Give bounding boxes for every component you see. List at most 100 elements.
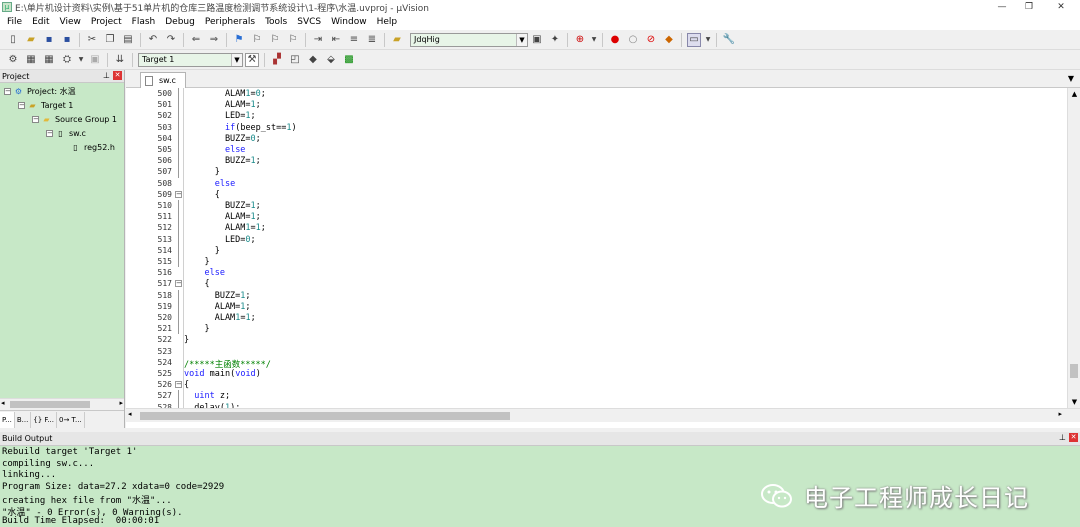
menu-file[interactable]: File (2, 14, 27, 30)
scroll-left-icon[interactable]: ◂ (128, 410, 132, 418)
pin-icon[interactable]: ⊥ (1059, 433, 1066, 442)
restore-button[interactable]: ❐ (1014, 0, 1044, 14)
clear-breakpoints-icon[interactable]: ⊘ (644, 33, 658, 47)
tree-item-project[interactable]: − ⚙ Project: 水温 (4, 85, 76, 98)
menu-edit[interactable]: Edit (27, 14, 54, 30)
debug-session-icon[interactable]: ⊕ (573, 33, 587, 47)
navigate-forward-icon[interactable]: ⇒ (207, 33, 221, 47)
menu-help[interactable]: Help (372, 14, 403, 30)
editor-vertical-scrollbar[interactable]: ▲ ▼ (1067, 88, 1080, 408)
pin-icon[interactable]: ⊥ (103, 71, 110, 80)
close-icon[interactable]: ✕ (113, 71, 122, 80)
fold-toggle-icon[interactable]: − (175, 190, 182, 198)
find-icon[interactable]: ▣ (530, 33, 544, 47)
scroll-down-icon[interactable]: ▼ (1068, 396, 1080, 408)
menu-peripherals[interactable]: Peripherals (200, 14, 260, 30)
menu-debug[interactable]: Debug (160, 14, 200, 30)
file-extensions-icon[interactable]: ◰ (288, 53, 302, 67)
incremental-find-icon[interactable]: ✦ (548, 33, 562, 47)
code-token: ; (260, 223, 266, 234)
target-combo[interactable]: Target 1 ▼ (138, 52, 243, 67)
menu-flash[interactable]: Flash (127, 14, 161, 30)
toolbar-divider (79, 32, 80, 47)
build-icon[interactable]: ▦ (24, 53, 38, 67)
tab-books[interactable]: B... (15, 411, 32, 428)
tree-item-sw-c[interactable]: − ▯ sw.c (46, 127, 86, 140)
pack-installer-icon[interactable]: ⬙ (324, 53, 338, 67)
menu-window[interactable]: Window (326, 14, 372, 30)
undo-icon[interactable]: ↶ (146, 33, 160, 47)
kill-breakpoints-icon[interactable]: ◆ (662, 33, 676, 47)
rebuild-icon[interactable]: ▦ (42, 53, 56, 67)
line-number: 513 (157, 234, 172, 244)
tree-item-reg52-h[interactable]: ▯ reg52.h (70, 141, 115, 154)
tab-sw-c[interactable]: sw.c (140, 72, 186, 88)
configure-wrench-icon[interactable]: 🔧 (722, 33, 736, 47)
dropdown-arrow-icon[interactable]: ▼ (591, 33, 597, 47)
tab-functions[interactable]: {} F... (31, 411, 58, 428)
cut-icon[interactable]: ✂ (85, 33, 99, 47)
prev-bookmark-icon[interactable]: ⚐ (250, 33, 264, 47)
chevron-down-icon[interactable]: ▼ (231, 53, 242, 66)
chevron-down-icon[interactable]: ▼ (516, 33, 527, 46)
scroll-right-icon[interactable]: ▸ (119, 399, 123, 407)
copy-icon[interactable]: ❐ (103, 33, 117, 47)
tab-project[interactable]: P... (0, 411, 15, 428)
tab-list-dropdown-icon[interactable]: ▼ (1068, 74, 1074, 83)
scrollbar-thumb[interactable] (140, 412, 510, 420)
breakpoint-icon[interactable]: ● (608, 33, 622, 47)
target-options-icon[interactable]: ⚒ (245, 52, 259, 67)
find-in-files-icon[interactable]: ▰ (390, 33, 404, 47)
scroll-left-icon[interactable]: ◂ (1, 399, 5, 407)
clear-bookmarks-icon[interactable]: ⚐ (286, 33, 300, 47)
dropdown-arrow-icon[interactable]: ▼ (705, 33, 711, 47)
collapse-icon[interactable]: − (32, 116, 39, 123)
tree-item-target[interactable]: − ▰ Target 1 (18, 99, 73, 112)
save-all-icon[interactable]: ▪ (60, 33, 74, 47)
unindent-icon[interactable]: ⇤ (329, 33, 343, 47)
translate-icon[interactable]: ⚙ (6, 53, 20, 67)
menu-project[interactable]: Project (86, 14, 127, 30)
collapse-icon[interactable]: − (46, 130, 53, 137)
menu-view[interactable]: View (55, 14, 86, 30)
batch-build-icon[interactable]: ⛭ (60, 53, 74, 67)
run-time-env-icon[interactable]: ◆ (306, 53, 320, 67)
dropdown-arrow-icon[interactable]: ▼ (78, 53, 84, 67)
menu-tools[interactable]: Tools (260, 14, 292, 30)
open-folder-icon[interactable]: ▰ (24, 33, 38, 47)
close-icon[interactable]: ✕ (1069, 433, 1078, 442)
disable-breakpoint-icon[interactable]: ○ (626, 33, 640, 47)
window-layout-icon[interactable]: ▭ (687, 32, 701, 47)
editor-horizontal-scrollbar[interactable]: ◂ ▸ (126, 408, 1080, 422)
select-packs-icon[interactable]: ▩ (342, 53, 356, 67)
scrollbar-thumb[interactable] (1070, 364, 1078, 378)
fold-toggle-icon[interactable]: − (175, 381, 182, 389)
tree-item-source-group[interactable]: − ▰ Source Group 1 (32, 113, 117, 126)
indent-icon[interactable]: ⇥ (311, 33, 325, 47)
collapse-icon[interactable]: − (4, 88, 11, 95)
new-file-icon[interactable]: ▯ (6, 33, 20, 47)
download-icon[interactable]: ⇊ (113, 53, 127, 67)
save-icon[interactable]: ▪ (42, 33, 56, 47)
stop-build-icon[interactable]: ▣ (88, 53, 102, 67)
scroll-right-icon[interactable]: ▸ (1058, 410, 1062, 418)
redo-icon[interactable]: ↷ (164, 33, 178, 47)
minimize-button[interactable]: — (987, 0, 1017, 14)
fold-toggle-icon[interactable]: − (175, 280, 182, 288)
manage-project-items-icon[interactable]: ▞ (270, 53, 284, 67)
close-button[interactable]: ✕ (1046, 0, 1076, 14)
paste-icon[interactable]: ▤ (121, 33, 135, 47)
code-area[interactable]: ALAM1=0; ALAM=1; LED=1; if(beep_st==1) B… (184, 88, 1066, 408)
comment-icon[interactable]: ≡ (347, 33, 361, 47)
next-bookmark-icon[interactable]: ⚐ (268, 33, 282, 47)
scrollbar-thumb[interactable] (10, 401, 90, 408)
bookmark-icon[interactable]: ⚑ (232, 33, 246, 47)
uncomment-icon[interactable]: ≣ (365, 33, 379, 47)
menu-svcs[interactable]: SVCS (292, 14, 326, 30)
collapse-icon[interactable]: − (18, 102, 25, 109)
tab-templates[interactable]: 0→ T... (57, 411, 85, 428)
scroll-up-icon[interactable]: ▲ (1068, 88, 1080, 100)
project-tree-scrollbar[interactable]: ◂ ▸ (0, 398, 124, 410)
navigate-back-icon[interactable]: ⇐ (189, 33, 203, 47)
find-combo[interactable]: JdqHig ▼ (410, 32, 528, 47)
